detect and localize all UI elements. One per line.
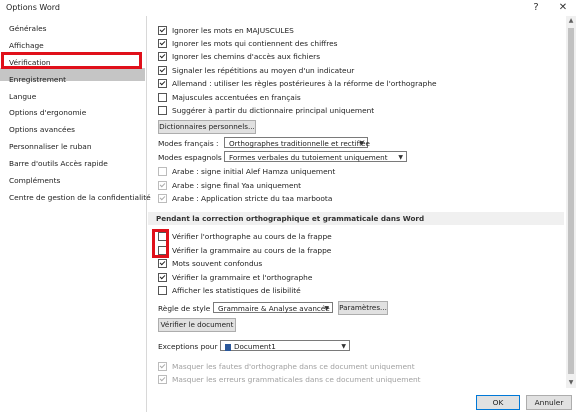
checkbox-flag-repeats[interactable] <box>158 65 167 75</box>
checkbox-arabic-alef-hamza[interactable] <box>158 166 167 176</box>
checkbox-hide-spelling-errors[interactable] <box>158 361 167 371</box>
checkbox-hide-grammar-errors[interactable] <box>158 374 167 384</box>
title-bar: Options Word ? ✕ <box>0 0 576 16</box>
french-modes-select[interactable]: Orthographes traditionnelle et rectifiée… <box>224 137 370 148</box>
chevron-down-icon: ▼ <box>398 154 403 161</box>
sidebar-item-acces-rapide[interactable]: Barre d'outils Accès rapide <box>9 159 108 168</box>
check-document-button[interactable]: Vérifier le document <box>158 318 236 332</box>
option-label: Vérifier la grammaire au cours de la fra… <box>172 245 332 255</box>
checkbox-main-dictionary-only[interactable] <box>158 105 167 115</box>
checkbox-arabic-final-yaa[interactable] <box>158 180 167 190</box>
annotation-highlight-typing-checks <box>152 229 169 258</box>
checkbox-confused-words[interactable] <box>158 258 167 268</box>
option-label: Afficher les statistiques de lisibilité <box>172 285 301 295</box>
option-label: Ignorer les chemins d'accès aux fichiers <box>172 51 321 61</box>
chevron-down-icon: ▼ <box>359 140 364 147</box>
scroll-thumb[interactable] <box>568 28 574 374</box>
option-label: Allemand : utiliser les règles postérieu… <box>172 78 437 88</box>
checkbox-ignore-uppercase[interactable] <box>158 25 167 35</box>
checkbox-ignore-digits[interactable] <box>158 38 167 48</box>
style-rule-label: Règle de style : <box>158 304 216 313</box>
chevron-down-icon: ▼ <box>324 305 329 312</box>
option-label: Masquer les fautes d'orthographe dans ce… <box>172 361 415 371</box>
option-label: Ignorer les mots qui contiennent des chi… <box>172 38 338 48</box>
vertical-scrollbar[interactable]: ▲ ▼ <box>566 16 576 388</box>
sidebar-item-enregistrement[interactable]: Enregistrement <box>9 75 66 84</box>
spanish-modes-label: Modes espagnols : <box>158 153 227 162</box>
ok-button[interactable]: OK <box>476 395 520 410</box>
spanish-modes-value: Formes verbales du tutoiement uniquement <box>229 153 388 162</box>
custom-dictionaries-button[interactable]: Dictionnaires personnels... <box>158 120 256 134</box>
sidebar-item-confidentialite[interactable]: Centre de gestion de la confidentialité <box>9 193 151 202</box>
sidebar-item-langue[interactable]: Langue <box>9 92 36 101</box>
option-label: Arabe : Application stricte du taa marbo… <box>172 193 333 203</box>
checkbox-readability-stats[interactable] <box>158 285 167 295</box>
options-panel: Ignorer les mots en MAJUSCULES Ignorer l… <box>148 16 564 388</box>
chevron-down-icon: ▼ <box>341 343 346 350</box>
close-icon[interactable]: ✕ <box>555 1 571 15</box>
sidebar-item-ruban[interactable]: Personnaliser le ruban <box>9 142 92 151</box>
grammar-section-header: Pendant la correction orthographique et … <box>148 212 564 225</box>
sidebar: Générales Affichage Vérification Enregis… <box>0 16 151 412</box>
sidebar-item-ergonomie[interactable]: Options d'ergonomie <box>9 108 86 117</box>
french-modes-value: Orthographes traditionnelle et rectifiée <box>229 139 370 148</box>
option-label: Arabe : signe final Yaa uniquement <box>172 180 302 190</box>
word-document-icon <box>225 343 231 351</box>
window-title: Options Word <box>6 3 60 12</box>
checkbox-grammar-and-spelling[interactable] <box>158 272 167 282</box>
sidebar-item-avancees[interactable]: Options avancées <box>9 125 75 134</box>
checkbox-german-reform[interactable] <box>158 78 167 88</box>
style-rule-value: Grammaire & Analyse avancée <box>218 304 330 313</box>
cancel-button[interactable]: Annuler <box>526 395 572 410</box>
spanish-modes-select[interactable]: Formes verbales du tutoiement uniquement… <box>224 151 407 162</box>
option-label: Vérifier l'orthographe au cours de la fr… <box>172 231 332 241</box>
help-icon[interactable]: ? <box>528 1 544 15</box>
option-label: Suggérer à partir du dictionnaire princi… <box>172 105 375 115</box>
checkbox-french-accented-caps[interactable] <box>158 92 167 102</box>
option-label: Majuscules accentuées en français <box>172 92 301 102</box>
scroll-up-icon[interactable]: ▲ <box>566 16 576 26</box>
option-label: Masquer les erreurs grammaticales dans c… <box>172 374 421 384</box>
sidebar-item-affichage[interactable]: Affichage <box>9 41 44 50</box>
exceptions-document-select[interactable]: Document1 ▼ <box>220 340 350 351</box>
french-modes-label: Modes français : <box>158 139 219 148</box>
option-label: Ignorer les mots en MAJUSCULES <box>172 25 294 35</box>
option-label: Signaler les répétitions au moyen d'un i… <box>172 65 355 75</box>
exceptions-label: Exceptions pour : <box>158 342 223 351</box>
option-label: Arabe : signe initial Alef Hamza uniquem… <box>172 166 336 176</box>
option-label: Vérifier la grammaire et l'orthographe <box>172 272 313 282</box>
exceptions-document-value: Document1 <box>234 342 276 351</box>
style-rule-select[interactable]: Grammaire & Analyse avancée ▼ <box>213 302 333 313</box>
option-label: Mots souvent confondus <box>172 258 263 268</box>
checkbox-ignore-paths[interactable] <box>158 51 167 61</box>
scroll-down-icon[interactable]: ▼ <box>566 378 576 388</box>
annotation-highlight-verification <box>1 52 142 69</box>
sidebar-item-complements[interactable]: Compléments <box>9 176 60 185</box>
sidebar-item-generales[interactable]: Générales <box>9 24 47 33</box>
settings-button[interactable]: Paramètres... <box>338 301 388 315</box>
checkbox-arabic-taa-marboota[interactable] <box>158 193 167 203</box>
